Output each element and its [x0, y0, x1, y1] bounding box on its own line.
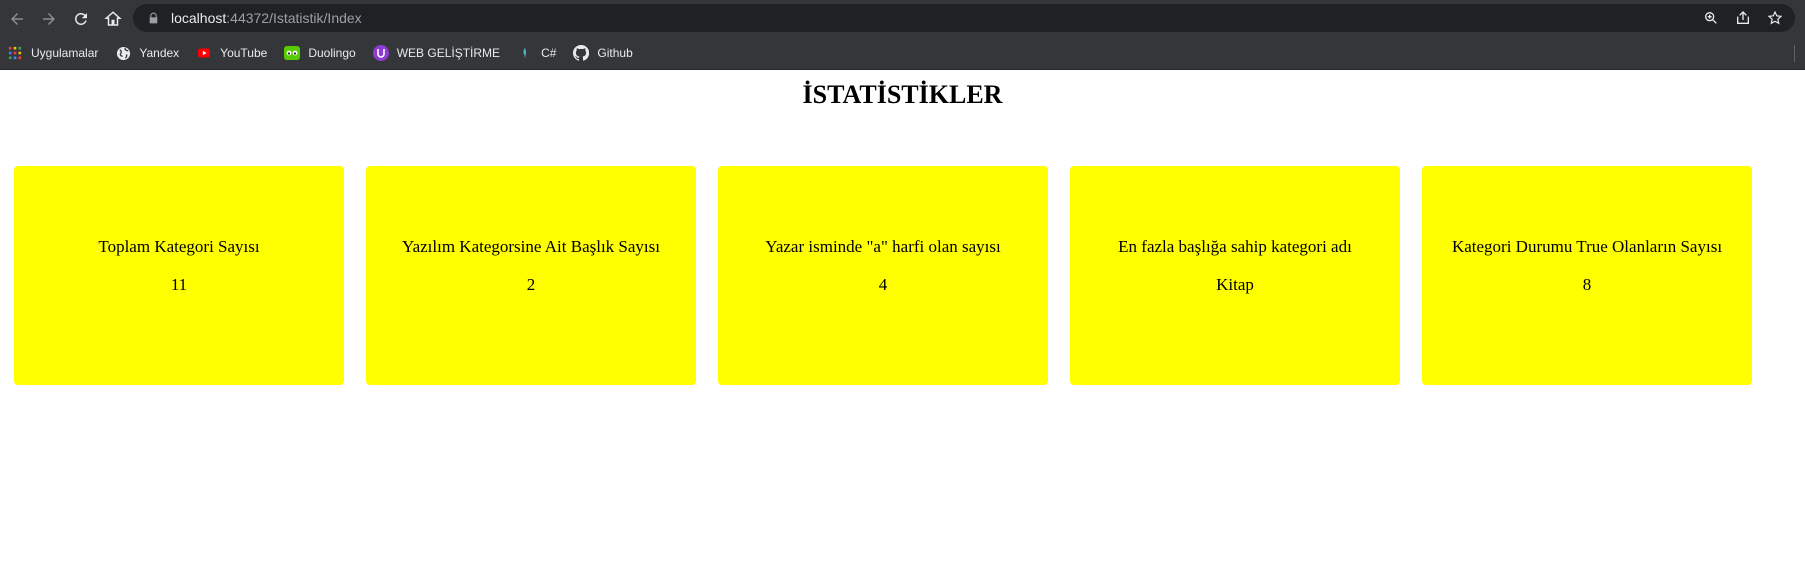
stat-card-label: Yazılım Kategorsine Ait Başlık Sayısı — [402, 237, 660, 256]
stat-card-value: 8 — [1582, 275, 1592, 294]
bookmark-github[interactable]: Github — [566, 41, 640, 65]
stat-card-value: Kitap — [1216, 275, 1254, 294]
reload-icon — [74, 12, 87, 25]
stat-card-value: 2 — [526, 275, 536, 294]
forward-button[interactable] — [34, 4, 64, 34]
bookmark-label: Github — [597, 46, 633, 60]
stat-card-label: Toplam Kategori Sayısı — [98, 237, 260, 256]
csharp-icon — [517, 45, 533, 61]
github-icon — [573, 45, 590, 61]
stat-card-authors-with-a: Yazar isminde "a" harfi olan sayısı 4 — [718, 166, 1048, 385]
share-button[interactable] — [1727, 4, 1759, 32]
bookmark-youtube[interactable]: YouTube — [189, 41, 275, 65]
bookmark-duolingo[interactable]: Duolingo — [277, 41, 363, 65]
bookmark-label: C# — [541, 46, 557, 60]
arrow-right-icon — [43, 12, 55, 25]
arrow-left-icon — [11, 12, 23, 25]
address-bar[interactable]: localhost:44372/Istatistik/Index — [133, 4, 1795, 32]
stat-card-label: Yazar isminde "a" harfi olan sayısı — [765, 237, 1001, 256]
bookmark-web-gelistirme[interactable]: WEB GELİŞTİRME — [366, 41, 508, 65]
stat-card-label: Kategori Durumu True Olanların Sayısı — [1451, 237, 1723, 256]
reload-button[interactable] — [66, 4, 96, 34]
web-dev-icon — [372, 45, 389, 61]
stat-card-total-categories: Toplam Kategori Sayısı 11 — [14, 166, 344, 385]
bookmark-yandex[interactable]: Yandex — [108, 41, 187, 65]
bookmark-label: WEB GELİŞTİRME — [396, 46, 501, 60]
bookmark-csharp[interactable]: C# — [510, 41, 564, 65]
stat-card-top-category: En fazla başlığa sahip kategori adı Kita… — [1070, 166, 1400, 385]
browser-toolbar: localhost:44372/Istatistik/Index — [0, 0, 1805, 37]
url-host: localhost — [171, 10, 227, 26]
share-icon — [1737, 11, 1749, 24]
home-icon — [104, 10, 122, 26]
zoom-icon — [1705, 11, 1717, 24]
globe-icon — [115, 45, 131, 61]
url-text: localhost:44372/Istatistik/Index — [171, 10, 362, 26]
bookmark-star-button[interactable] — [1759, 4, 1791, 32]
bookmark-label: YouTube — [220, 46, 268, 60]
page-title: İSTATİSTİKLER — [802, 80, 1003, 109]
back-button[interactable] — [2, 4, 32, 34]
lock-icon — [147, 11, 161, 25]
bookmark-label: Yandex — [139, 46, 180, 60]
bookmark-label: Uygulamalar — [31, 46, 99, 60]
stat-card-active-categories: Kategori Durumu True Olanların Sayısı 8 — [1422, 166, 1752, 385]
stats-cards: Toplam Kategori Sayısı 11 Yazılım Katego… — [14, 166, 1774, 385]
zoom-button[interactable] — [1695, 4, 1727, 32]
url-path: :44372/Istatistik/Index — [226, 10, 362, 26]
duolingo-icon — [284, 45, 301, 61]
star-icon — [1767, 10, 1783, 25]
bookmarks-bar: Uygulamalar Yandex YouTube Duolingo WEB … — [0, 37, 1805, 70]
apps-grid-icon — [7, 45, 23, 61]
stat-card-software-headings: Yazılım Kategorsine Ait Başlık Sayısı 2 — [366, 166, 696, 385]
stat-card-value: 11 — [170, 275, 188, 294]
bookmark-apps[interactable]: Uygulamalar — [0, 41, 106, 65]
bookmark-label: Duolingo — [308, 46, 356, 60]
stat-card-value: 4 — [878, 275, 888, 294]
bookmarks-divider — [1794, 45, 1795, 62]
youtube-icon — [196, 45, 212, 61]
stat-card-label: En fazla başlığa sahip kategori adı — [1118, 237, 1352, 256]
home-button[interactable] — [98, 4, 128, 34]
